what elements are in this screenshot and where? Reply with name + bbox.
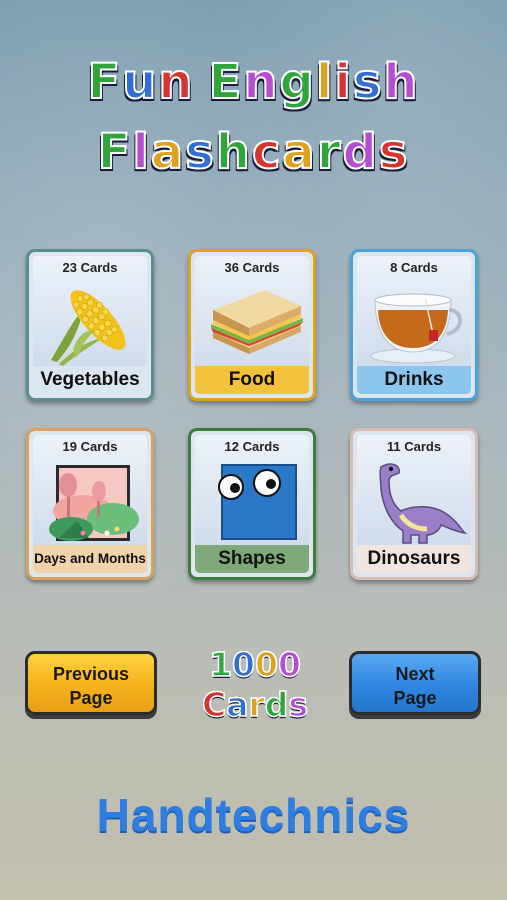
next-page-button[interactable]: Next Page	[349, 651, 481, 715]
dinosaur-icon	[367, 459, 468, 545]
total-cards-number: 1000	[190, 645, 320, 684]
card-count: 23 Cards	[62, 260, 118, 275]
title-letter: r	[248, 685, 266, 724]
card-label: Drinks	[357, 366, 471, 394]
title-letter: s	[378, 124, 410, 180]
title-letter: c	[251, 124, 283, 180]
title-letter: i	[333, 54, 353, 110]
brand-name: Handtechnics	[96, 789, 411, 841]
corn-icon	[43, 280, 137, 366]
title-letter: a	[225, 685, 249, 724]
title-letter: a	[281, 124, 317, 180]
title-letter: s	[184, 124, 216, 180]
card-label: Dinosaurs	[357, 545, 471, 573]
category-card-days-and-months[interactable]: 19 Cards Days and Months	[26, 428, 154, 580]
card-count: 36 Cards	[224, 260, 280, 275]
category-card-dinosaurs[interactable]: 11 Cards Dinosaurs	[350, 428, 478, 580]
category-card-vegetables[interactable]: 23 Cards Vegetables	[26, 249, 154, 401]
title-letter: a	[150, 124, 186, 180]
title-letter: 0	[277, 645, 301, 684]
title-letter: s	[352, 54, 384, 110]
card-count: 8 Cards	[390, 260, 438, 275]
next-page-label: Next Page	[393, 664, 437, 708]
title-letter: r	[316, 124, 343, 180]
title-letter: g	[279, 54, 316, 110]
card-label: Food	[195, 366, 309, 394]
title-letter: 0	[231, 645, 255, 684]
tea-cup-icon	[367, 280, 462, 366]
landscape-icon	[43, 459, 139, 545]
title-letter: E	[208, 54, 244, 110]
title-letter: l	[131, 124, 151, 180]
card-label: Shapes	[195, 545, 309, 573]
title-letter: d	[341, 124, 379, 180]
title-letter: 0	[254, 645, 278, 684]
title-letter: 1	[208, 645, 233, 684]
title-letter: n	[242, 54, 280, 110]
category-card-food[interactable]: 36 Cards Food	[188, 249, 316, 401]
square-face-icon	[205, 459, 299, 545]
title-letter: h	[382, 54, 420, 110]
title-line-2: Flashcards	[0, 124, 507, 180]
category-card-shapes[interactable]: 12 Cards Shapes	[188, 428, 316, 580]
card-count: 12 Cards	[224, 439, 280, 454]
total-cards-label: Cards	[190, 685, 320, 724]
title-letter: n	[157, 54, 195, 110]
title-letter: h	[215, 124, 252, 180]
title-letter: C	[201, 685, 227, 724]
category-card-drinks[interactable]: 8 Cards Drinks	[350, 249, 478, 401]
title-letter: l	[315, 54, 335, 110]
card-label: Days and Months	[33, 545, 147, 573]
title-letter: F	[86, 54, 123, 110]
title-letter: u	[121, 54, 159, 110]
sandwich-icon	[205, 280, 303, 366]
title-letter: d	[264, 685, 289, 724]
previous-page-button[interactable]: Previous Page	[25, 651, 157, 715]
card-count: 19 Cards	[62, 439, 118, 454]
card-label: Vegetables	[33, 366, 147, 394]
title-letter: F	[97, 124, 133, 180]
title-line-1: Fun English	[0, 54, 507, 110]
card-count: 11 Cards	[386, 439, 442, 454]
previous-page-label: Previous Page	[52, 664, 130, 708]
title-letter: s	[288, 685, 309, 724]
